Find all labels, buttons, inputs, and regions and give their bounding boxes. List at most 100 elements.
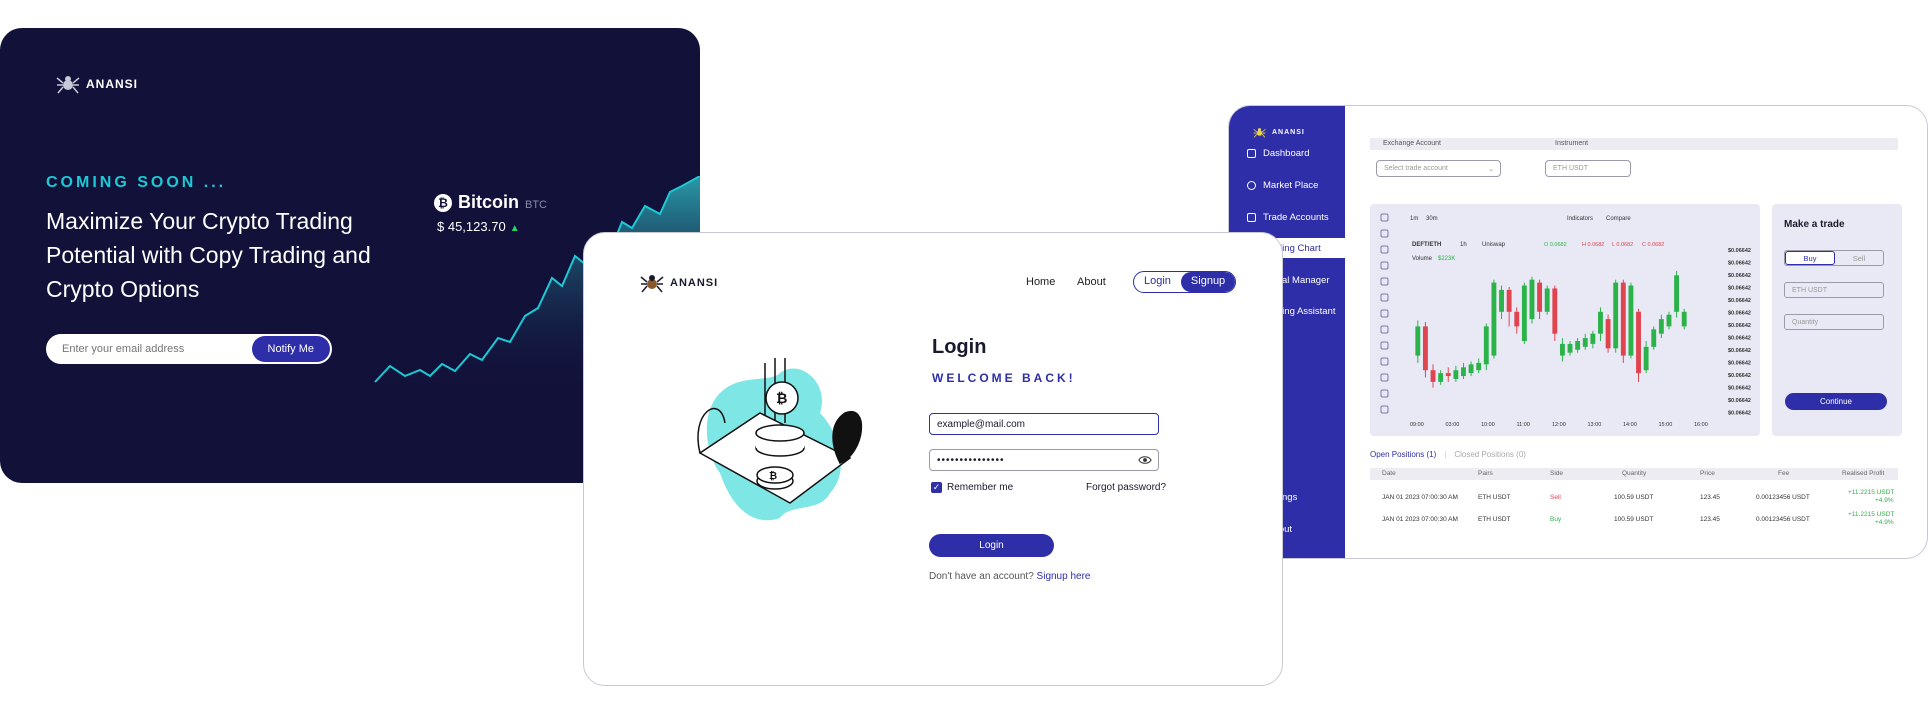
cell-fee: 0.00123456 USDT (1756, 516, 1810, 523)
ohlc-close: C 0.0682 (1642, 242, 1664, 248)
drawing-tool-icon[interactable] (1380, 277, 1389, 286)
candle (1628, 285, 1634, 356)
signup-link[interactable]: Signup here (1037, 571, 1091, 582)
compare-button[interactable]: Compare (1606, 216, 1631, 222)
candle (1415, 326, 1421, 356)
drawing-tool-icon[interactable] (1380, 341, 1389, 350)
candle (1453, 370, 1459, 379)
signup-prompt: Don't have an account? Signup here (929, 571, 1090, 582)
candle (1582, 338, 1588, 347)
auth-toggle: Login Signup (1133, 271, 1237, 293)
sidebar-item-label: Dashboard (1263, 147, 1310, 159)
drawing-tool-icon[interactable] (1380, 293, 1389, 302)
col-price: Price (1700, 470, 1715, 477)
x-tick-label: 11:00 (1517, 422, 1530, 428)
sell-tab[interactable]: Sell (1835, 251, 1883, 265)
positions-table-header: Date Pairs Side Quantity Price Fee Reali… (1370, 468, 1898, 480)
quantity-input[interactable]: Quantity (1784, 314, 1884, 330)
market-icon (1247, 180, 1256, 190)
candle (1620, 282, 1626, 356)
instrument-input[interactable]: ETH USDT (1545, 160, 1631, 177)
remember-me[interactable]: ✓ Remember me (931, 482, 1013, 493)
candle (1613, 282, 1619, 349)
svg-text:₿: ₿ (776, 390, 787, 406)
email-value: example@mail.com (937, 418, 1025, 430)
y-tick-label: $0.06642 (1728, 298, 1751, 304)
notify-me-button[interactable]: Notify Me (251, 336, 330, 362)
timeframe-1m[interactable]: 1m (1410, 216, 1418, 222)
y-tick-label: $0.06642 (1728, 311, 1751, 317)
candle (1476, 362, 1482, 371)
checkbox-checked-icon[interactable]: ✓ (931, 482, 942, 493)
candle (1430, 370, 1436, 382)
select-placeholder: Select trade account (1384, 165, 1448, 172)
nav-signup-button[interactable]: Signup (1180, 272, 1236, 292)
trade-instrument-input[interactable]: ETH USDT (1784, 282, 1884, 298)
drawing-tool-icon[interactable] (1380, 213, 1389, 222)
candle (1681, 311, 1687, 327)
sidebar-item-dashboard[interactable]: Dashboard (1239, 143, 1345, 163)
x-tick-label: 10:00 (1481, 422, 1495, 428)
drawing-tool-icon[interactable] (1380, 229, 1389, 238)
nav-home[interactable]: Home (1026, 276, 1055, 288)
forgot-password-link[interactable]: Forgot password? (1086, 482, 1166, 493)
sidebar-item-market-place[interactable]: Market Place (1239, 175, 1345, 195)
drawing-tool-icon[interactable] (1380, 325, 1389, 334)
table-row[interactable]: JAN 01 2023 07:00:30 AM ETH USDT Sell 10… (1370, 486, 1898, 508)
candle (1506, 289, 1512, 312)
cell-profit-pct: +4.9% (1875, 519, 1894, 526)
hero-headline: Maximize Your Crypto Trading Potential w… (46, 208, 371, 302)
make-trade-title: Make a trade (1784, 219, 1845, 230)
candle (1598, 311, 1603, 334)
password-field[interactable]: ••••••••••••••• (929, 449, 1159, 471)
exchange-account-label: Exchange Account (1383, 140, 1441, 147)
col-fee: Fee (1778, 470, 1790, 477)
timeframe-30m[interactable]: 30m (1426, 216, 1438, 222)
col-date: Date (1382, 470, 1396, 477)
drawing-tool-icon[interactable] (1380, 261, 1389, 270)
cell-profit: +11.2215 USDT (1848, 489, 1895, 496)
candle (1636, 311, 1641, 374)
candle (1514, 311, 1520, 327)
candle (1438, 373, 1444, 382)
drawing-tool-icon[interactable] (1380, 245, 1389, 254)
x-tick-label: 13:00 (1588, 422, 1602, 428)
cell-price: 123.45 (1700, 494, 1720, 501)
y-tick-label: $0.06642 (1728, 361, 1751, 367)
x-tick-label: 16:00 (1694, 422, 1708, 428)
tab-closed-positions[interactable]: Closed Positions (0) (1454, 450, 1526, 459)
x-tick-label: 09:00 (1410, 422, 1424, 428)
continue-button[interactable]: Continue (1785, 393, 1887, 410)
eye-icon[interactable] (1138, 453, 1152, 467)
input-placeholder: Quantity (1792, 318, 1819, 326)
email-field[interactable]: example@mail.com (929, 413, 1159, 435)
table-row[interactable]: JAN 01 2023 07:00:30 AM ETH USDT Buy 100… (1370, 508, 1898, 530)
y-tick-label: $0.06642 (1728, 261, 1751, 267)
cell-fee: 0.00123456 USDT (1756, 494, 1810, 501)
candle (1461, 367, 1466, 377)
nav-login-button[interactable]: Login (1134, 272, 1181, 292)
sidebar-item-trade-accounts[interactable]: Trade Accounts (1239, 207, 1345, 227)
y-tick-label: $0.06642 (1728, 386, 1751, 392)
x-tick-label: 15:00 (1659, 422, 1673, 428)
drawing-tool-icon[interactable] (1380, 405, 1389, 414)
login-submit-button[interactable]: Login (929, 534, 1054, 557)
indicators-button[interactable]: Indicators (1567, 216, 1593, 222)
candlestick-chart[interactable]: 1m 30m Indicators Compare DEFT/ETH 1h Un… (1370, 204, 1760, 436)
login-card: ANANSI Home About Login Signup ₿ ₿ Login… (583, 232, 1283, 686)
email-input[interactable] (60, 342, 244, 356)
x-tick-label: 03:00 (1446, 422, 1460, 428)
trade-account-select[interactable]: Select trade account ⌄ (1376, 160, 1501, 177)
buy-tab[interactable]: Buy (1785, 251, 1835, 265)
drawing-tool-icon[interactable] (1380, 357, 1389, 366)
drawing-tool-icon[interactable] (1380, 309, 1389, 318)
drawing-tool-icon[interactable] (1380, 373, 1389, 382)
tab-open-positions[interactable]: Open Positions (1) (1370, 450, 1436, 459)
col-quantity: Quantity (1622, 470, 1647, 477)
nav-about[interactable]: About (1077, 276, 1106, 288)
chart-pair: DEFT/ETH (1412, 242, 1441, 248)
candle (1499, 289, 1504, 312)
accounts-icon (1247, 212, 1256, 222)
candle (1445, 373, 1451, 377)
drawing-tool-icon[interactable] (1380, 389, 1389, 398)
